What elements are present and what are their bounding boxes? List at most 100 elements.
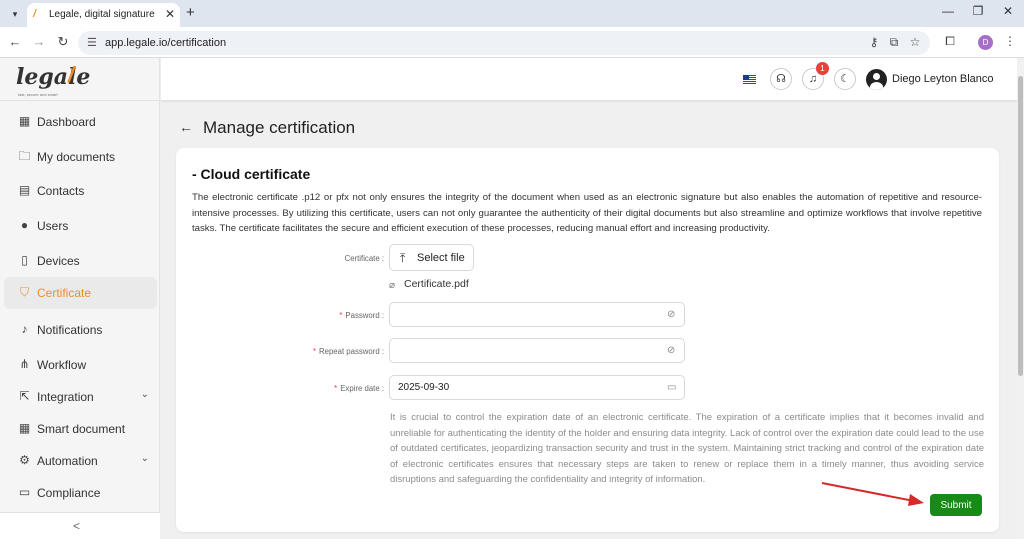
browser-toolbar: ← → ↻ ☰ app.legale.io/certification ⚷ ⧉ …: [0, 27, 1024, 58]
sidebar-item-dashboard[interactable]: ▦ Dashboard: [4, 106, 157, 138]
paperclip-icon: ⌀: [389, 280, 396, 291]
user-name[interactable]: Diego Leyton Blanco: [892, 73, 994, 85]
folder-icon: 🗀: [18, 149, 31, 163]
legale-logo[interactable]: legale / fast, secure and smart: [16, 62, 96, 98]
headset-support-icon[interactable]: ☊: [770, 68, 792, 90]
expire-date-input[interactable]: [389, 375, 685, 400]
sidebar-item-label: Notifications: [37, 323, 103, 337]
url-text[interactable]: app.legale.io/certification: [105, 37, 226, 49]
section-title: - Cloud certificate: [192, 166, 311, 182]
browser-menu-icon[interactable]: ⋮: [1002, 34, 1018, 48]
install-app-icon[interactable]: ⧉: [886, 35, 902, 50]
back-arrow-icon[interactable]: ←: [179, 119, 193, 135]
eye-invisible-icon[interactable]: ⊘: [667, 309, 675, 320]
integration-icon: ⇱: [19, 389, 30, 403]
sidebar-item-label: Contacts: [37, 184, 85, 198]
device-icon: ▯: [21, 253, 28, 267]
tab-close-icon[interactable]: ✕: [165, 7, 175, 21]
automation-icon: ⚙: [19, 453, 30, 467]
minimize-icon[interactable]: —: [938, 4, 958, 18]
sidebar-item-label: Integration: [37, 390, 94, 404]
sidebar-item-label: My documents: [37, 150, 116, 164]
reload-icon[interactable]: ↻: [55, 34, 71, 50]
certificate-label: Certificate :: [184, 254, 384, 263]
required-mark: *: [334, 384, 338, 393]
page-scrollbar[interactable]: [1017, 58, 1024, 539]
workflow-icon: ⋔: [19, 357, 30, 371]
compliance-icon: ▭: [18, 485, 31, 499]
logo-text: legale: [16, 64, 91, 90]
bell-icon: ♪: [21, 322, 28, 336]
expiration-help-text: It is crucial to control the expiration …: [390, 412, 984, 486]
repeat-password-input[interactable]: [389, 338, 685, 363]
page-title: Manage certification: [203, 118, 356, 137]
browser-tab[interactable]: / Legale, digital signature ✕: [27, 3, 180, 27]
eye-invisible-icon[interactable]: ⊘: [667, 345, 675, 356]
restore-icon[interactable]: ❐: [968, 4, 988, 18]
logo-tagline: fast, secure and smart: [18, 92, 58, 97]
sidebar-item-automation[interactable]: ⚙ Automation ⌄: [4, 445, 157, 477]
sidebar-item-notifications[interactable]: ♪ Notifications: [4, 314, 157, 346]
app-header: ☊ ♫ 1 ☾ Diego Leyton Blanco: [161, 58, 1017, 101]
expire-date-label: * Expire date :: [184, 384, 384, 393]
dashboard-icon: ▦: [18, 114, 31, 128]
certificate-card: - Cloud certificate The electronic certi…: [176, 148, 999, 532]
sidebar-divider: [0, 100, 160, 101]
legale-favicon-icon: /: [33, 8, 37, 20]
tab-title: Legale, digital signature: [49, 9, 155, 20]
sidebar-item-smart-document[interactable]: ▦ Smart document: [4, 413, 157, 445]
password-label: * Password :: [184, 311, 384, 320]
password-label-text: Password :: [345, 311, 384, 320]
chevron-down-icon[interactable]: ⌄: [141, 389, 149, 400]
sidebar-item-label: Devices: [37, 254, 80, 268]
sidebar: legale / fast, secure and smart ▦ Dashbo…: [0, 58, 160, 539]
user-icon: ●: [20, 218, 29, 232]
sidebar-item-certificate[interactable]: ⛉ Certificate: [4, 277, 157, 309]
sidebar-item-compliance[interactable]: ▭ Compliance: [4, 477, 157, 509]
sidebar-item-label: Smart document: [37, 422, 126, 436]
sidebar-item-integration[interactable]: ⇱ Integration ⌄: [4, 381, 157, 413]
back-icon[interactable]: ←: [7, 34, 23, 49]
collapse-sidebar-icon[interactable]: <: [73, 519, 80, 533]
scrollbar-thumb[interactable]: [1018, 76, 1023, 376]
select-file-button[interactable]: ⤒ Select file: [389, 244, 474, 271]
sidebar-item-label: Users: [37, 219, 69, 233]
calendar-icon[interactable]: ▭: [667, 382, 676, 393]
user-avatar[interactable]: [866, 69, 887, 90]
sidebar-item-label: Automation: [37, 454, 98, 468]
sidebar-item-users[interactable]: ● Users: [4, 210, 157, 242]
window-close-icon[interactable]: ✕: [998, 4, 1018, 18]
bookmark-star-icon[interactable]: ☆: [907, 35, 923, 49]
sidebar-item-label: Workflow: [37, 358, 87, 372]
sidebar-item-workflow[interactable]: ⋔ Workflow: [4, 349, 157, 381]
forward-icon[interactable]: →: [31, 34, 47, 49]
us-flag-icon[interactable]: [743, 75, 756, 84]
sidebar-collapse-bar: <: [0, 512, 160, 539]
password-key-icon[interactable]: ⚷: [866, 35, 882, 49]
sidebar-item-my-documents[interactable]: 🗀 My documents: [4, 141, 157, 173]
sidebar-item-devices[interactable]: ▯ Devices: [4, 245, 157, 277]
section-description: The electronic certificate .p12 or pfx n…: [192, 192, 982, 234]
submit-button[interactable]: Submit: [930, 494, 982, 516]
extensions-icon[interactable]: ⧠: [942, 34, 958, 49]
new-tab-icon[interactable]: +: [186, 4, 195, 21]
profile-avatar[interactable]: D: [978, 35, 993, 50]
password-input[interactable]: [389, 302, 685, 327]
sidebar-item-label: Certificate: [37, 286, 92, 300]
sidebar-item-label: Dashboard: [37, 115, 96, 129]
address-bar[interactable]: ☰ app.legale.io/certification ⚷ ⧉ ☆: [78, 31, 930, 55]
uploaded-file-name[interactable]: Certificate.pdf: [404, 278, 469, 290]
site-info-icon[interactable]: ☰: [87, 36, 97, 49]
required-mark: *: [312, 347, 316, 356]
chevron-down-icon[interactable]: ⌄: [141, 453, 149, 464]
dark-mode-moon-icon[interactable]: ☾: [834, 68, 856, 90]
notification-badge: 1: [816, 62, 829, 75]
expire-date-label-text: Expire date :: [340, 384, 384, 393]
select-file-label: Select file: [417, 252, 465, 264]
contacts-icon: ▤: [18, 183, 31, 197]
certificate-label-text: Certificate :: [344, 254, 384, 263]
sidebar-item-contacts[interactable]: ▤ Contacts: [4, 175, 157, 207]
tab-search-icon[interactable]: ▾: [6, 5, 24, 23]
browser-tabstrip: ▾ / Legale, digital signature ✕ + — ❐ ✕: [0, 0, 1024, 27]
sidebar-item-label: Compliance: [37, 486, 101, 500]
